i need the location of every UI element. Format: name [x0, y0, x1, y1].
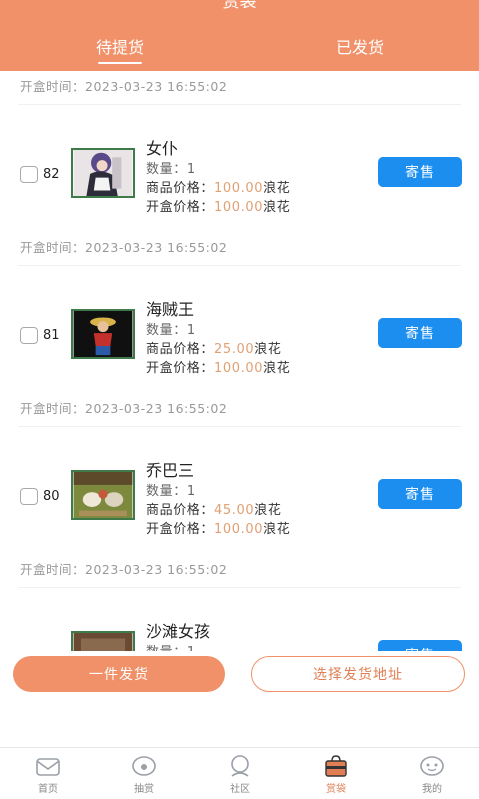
select-address-button[interactable]: 选择发货地址: [251, 656, 465, 692]
quantity-label: 数量：: [146, 323, 187, 338]
sell-button[interactable]: 寄售: [378, 479, 462, 509]
currency-label: 浪花: [263, 522, 291, 537]
quantity-value: 1: [186, 323, 196, 338]
tabbar-item-home[interactable]: 首页: [18, 754, 78, 795]
ship-one-button[interactable]: 一件发货: [13, 656, 225, 692]
open-time-value: 2023-03-23 16:55:02: [85, 562, 228, 577]
open-time-value: 2023-03-23 16:55:02: [85, 240, 228, 255]
item-name: 沙滩女孩: [146, 622, 211, 641]
item-name: 乔巴三: [146, 461, 195, 480]
quantity-label: 数量：: [146, 162, 187, 177]
page-title: 赏袋: [222, 0, 257, 12]
currency-label: 浪花: [263, 200, 291, 215]
tabbar-item-bag[interactable]: 赏袋: [306, 754, 366, 795]
divider: [18, 265, 461, 266]
goods-price-value: 45.00: [214, 503, 255, 518]
open-time-row: 开盒时间：2023-03-23 16:55:02: [20, 559, 227, 578]
tabbar-label: 抽赏: [134, 784, 154, 795]
item-goods-price: 商品价格：25.00浪花: [146, 338, 281, 357]
quantity-value: 1: [186, 484, 196, 499]
item-image-beach-girl: [71, 631, 135, 651]
item-name: 女仆: [146, 139, 179, 158]
currency-label: 浪花: [254, 342, 282, 357]
divider: [18, 587, 461, 588]
quantity-value: 1: [186, 162, 196, 177]
item-checkbox[interactable]: [20, 327, 38, 344]
goods-price-label: 商品价格：: [146, 342, 215, 357]
item-open-price: 开盒价格：100.00浪花: [146, 518, 290, 537]
action-bar: 一件发货 选择发货地址: [0, 651, 479, 747]
item-quantity: 数量：1: [146, 641, 196, 651]
tabbar-item-community[interactable]: 社区: [210, 754, 270, 795]
tab-pending-pickup[interactable]: 待提货: [60, 38, 180, 58]
item-goods-price: 商品价格：100.00浪花: [146, 177, 290, 196]
currency-label: 浪花: [263, 361, 291, 376]
draw-icon: [132, 756, 156, 776]
open-time-value: 2023-03-23 16:55:02: [85, 79, 228, 94]
tabbar-item-draw[interactable]: 抽赏: [114, 754, 174, 795]
open-time-row: 开盒时间：2023-03-23 16:55:02: [20, 76, 227, 95]
open-price-value: 100.00: [214, 361, 264, 376]
item-quantity: 数量：1: [146, 480, 196, 499]
item-quantity: 数量：1: [146, 158, 196, 177]
bottom-tab-bar: 首页 抽赏 社区 赏袋 我的: [0, 747, 479, 799]
divider: [18, 104, 461, 105]
item-number: 80: [43, 489, 60, 504]
tabbar-label: 首页: [38, 784, 58, 795]
open-time-row: 开盒时间：2023-03-23 16:55:02: [20, 237, 227, 256]
open-price-value: 100.00: [214, 522, 264, 537]
quantity-label: 数量：: [146, 484, 187, 499]
open-time-label: 开盒时间：: [20, 240, 86, 255]
item-checkbox[interactable]: [20, 488, 38, 505]
currency-label: 浪花: [254, 503, 282, 518]
item-goods-price: 商品价格：45.00浪花: [146, 499, 281, 518]
item-quantity: 数量：1: [146, 319, 196, 338]
sell-button[interactable]: 寄售: [378, 157, 462, 187]
currency-label: 浪花: [263, 181, 291, 196]
open-price-label: 开盒价格：: [146, 522, 215, 537]
open-time-label: 开盒时间：: [20, 401, 86, 416]
item-name: 海贼王: [146, 300, 195, 319]
sell-button[interactable]: 寄售: [378, 640, 462, 651]
community-icon: [231, 755, 249, 777]
tabbar-label: 赏袋: [326, 784, 346, 795]
header: 赏袋 待提货 已发货: [0, 0, 479, 71]
goods-price-value: 25.00: [214, 342, 255, 357]
tab-shipped[interactable]: 已发货: [300, 38, 420, 58]
item-image-maid: [71, 148, 135, 198]
goods-price-label: 商品价格：: [146, 181, 215, 196]
goods-price-label: 商品价格：: [146, 503, 215, 518]
active-tab-indicator: [98, 62, 142, 64]
open-price-label: 开盒价格：: [146, 361, 215, 376]
sell-button[interactable]: 寄售: [378, 318, 462, 348]
divider: [18, 426, 461, 427]
open-time-value: 2023-03-23 16:55:02: [85, 401, 228, 416]
bag-icon: [325, 755, 347, 777]
open-time-label: 开盒时间：: [20, 79, 86, 94]
open-price-value: 100.00: [214, 200, 264, 215]
profile-icon: [420, 756, 444, 776]
goods-price-value: 100.00: [214, 181, 264, 196]
item-image-onepiece: [71, 309, 135, 359]
item-number: 81: [43, 328, 60, 343]
home-icon: [36, 758, 60, 776]
open-price-label: 开盒价格：: [146, 200, 215, 215]
item-checkbox[interactable]: [20, 166, 38, 183]
item-open-price: 开盒价格：100.00浪花: [146, 357, 290, 376]
prize-list[interactable]: 开盒时间：2023-03-23 16:55:02 82 女仆 数量：1 商品价格…: [0, 71, 479, 651]
tabbar-label: 社区: [230, 784, 250, 795]
item-open-price: 开盒价格：100.00浪花: [146, 196, 290, 215]
item-number: 82: [43, 167, 60, 182]
tabbar-item-profile[interactable]: 我的: [402, 754, 462, 795]
open-time-row: 开盒时间：2023-03-23 16:55:02: [20, 398, 227, 417]
item-image-chopper: [71, 470, 135, 520]
open-time-label: 开盒时间：: [20, 562, 86, 577]
tabbar-label: 我的: [422, 784, 442, 795]
